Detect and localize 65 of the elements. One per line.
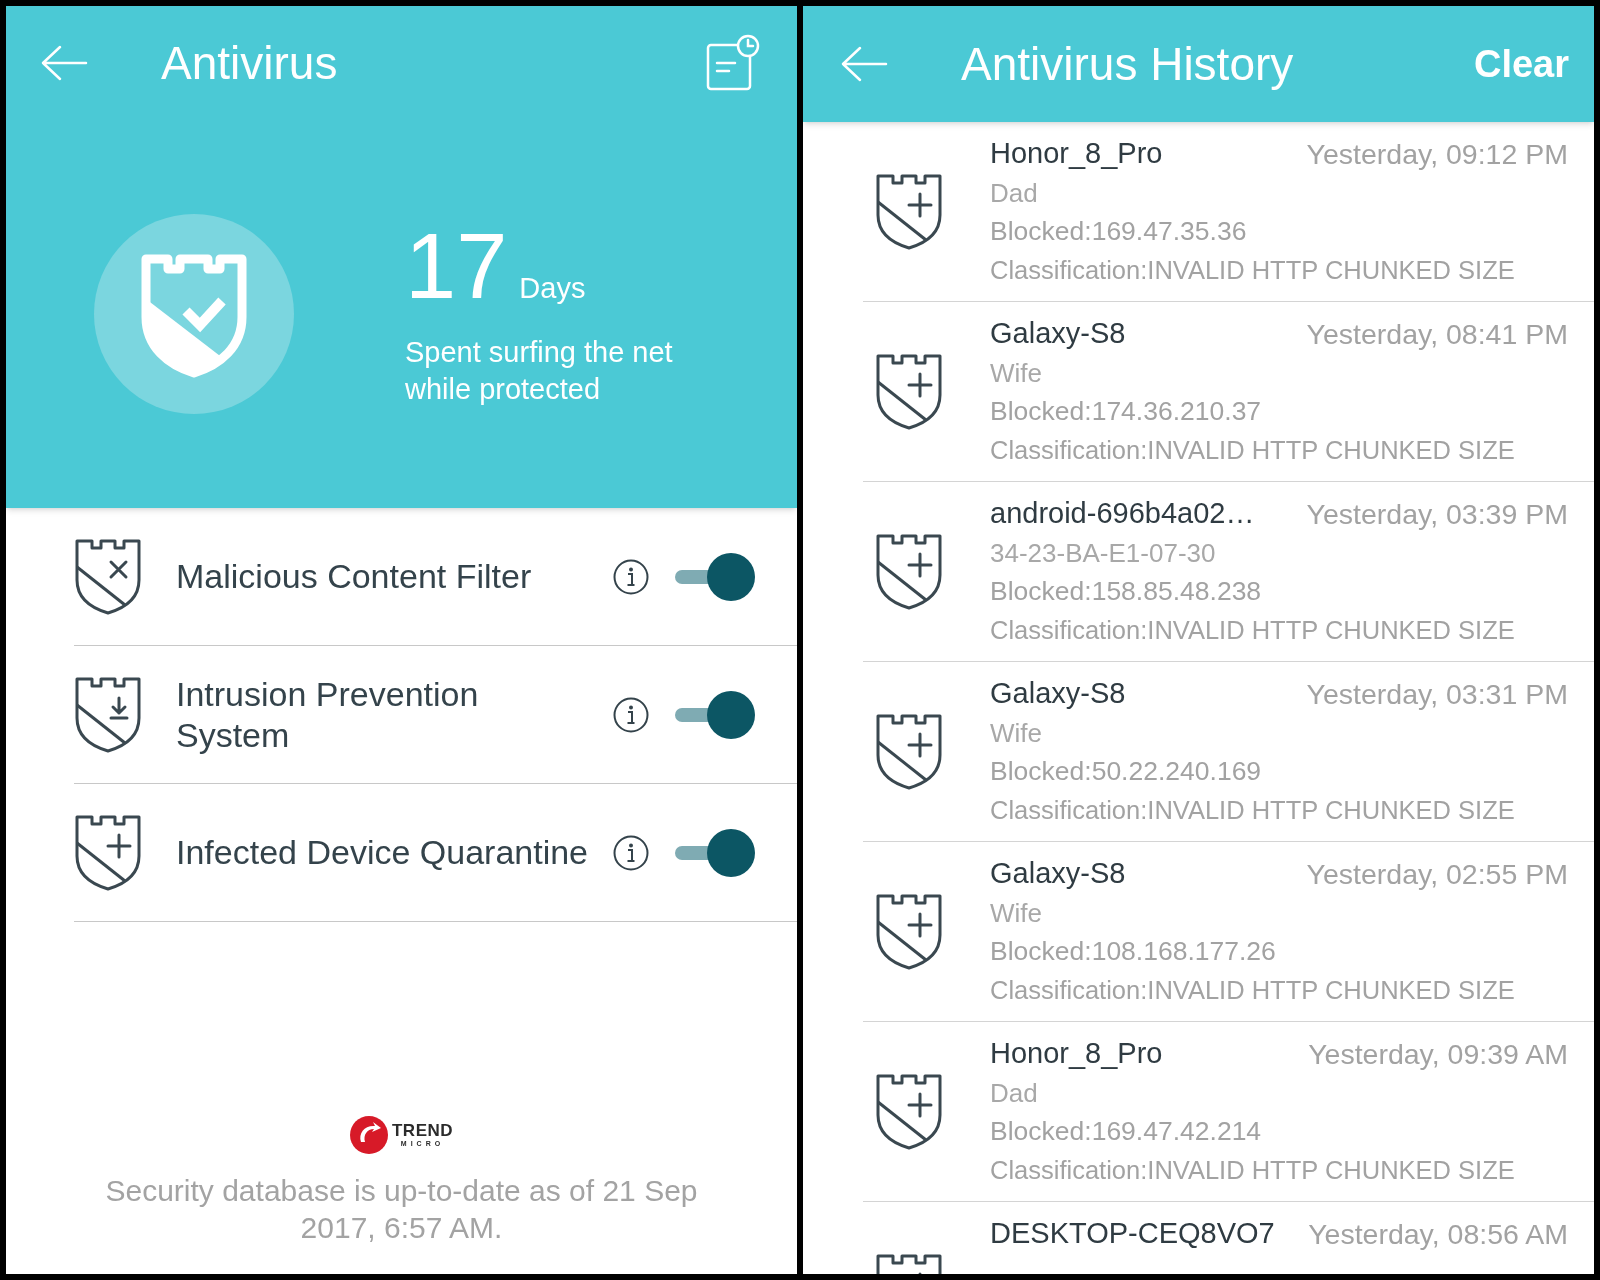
shield-plus-icon <box>875 352 943 431</box>
logo-icon <box>349 1116 388 1154</box>
device-owner: Wife <box>990 356 1042 390</box>
feature-label: Infected Device Quarantine <box>176 832 590 873</box>
device-owner: Wife <box>990 896 1042 930</box>
threat-classification: Classification:INVALID HTTP CHUNKED SIZE <box>990 974 1515 1006</box>
event-time: Yesterday, 02:55 PM <box>1306 856 1568 892</box>
event-time: Yesterday, 08:56 AM <box>1308 1216 1568 1252</box>
blocked-address: Blocked:174.36.210.37 <box>990 395 1262 429</box>
shield-check-icon <box>94 214 294 414</box>
shield-plus-icon <box>74 813 142 892</box>
shield-plus-icon <box>875 892 943 971</box>
info-button[interactable] <box>613 834 649 871</box>
blocked-address: Blocked:158.85.48.238 <box>990 575 1262 609</box>
shield-download-icon <box>74 675 142 754</box>
blocked-address: Blocked:108.168.177.26 <box>990 935 1276 969</box>
blocked-address: Blocked:169.47.42.214 <box>990 1115 1262 1149</box>
screen-title: Antivirus <box>161 40 338 86</box>
protection-caption: Spent surfing the net while protected <box>405 335 674 407</box>
event-time: Yesterday, 09:39 AM <box>1308 1036 1568 1072</box>
feature-label: Intrusion Prevention System <box>176 673 480 756</box>
event-time: Yesterday, 03:39 PM <box>1306 496 1568 532</box>
clear-button[interactable]: Clear <box>1473 45 1569 83</box>
toggle-switch[interactable] <box>675 689 755 740</box>
shield-plus-icon <box>875 172 943 251</box>
blocked-address: Blocked:50.22.240.169 <box>990 755 1262 789</box>
toggle-switch[interactable] <box>675 827 755 878</box>
device-name: Honor_8_Pro <box>990 1036 1163 1072</box>
feature-label: Malicious Content Filter <box>176 556 533 597</box>
back-arrow-icon <box>840 46 888 82</box>
device-name: Galaxy-S8 <box>990 856 1126 892</box>
device-owner: 34-23-BA-E1-07-30 <box>990 536 1216 570</box>
device-name: Honor_8_Pro <box>990 136 1163 172</box>
device-owner: Dad <box>990 176 1038 210</box>
document-clock-icon <box>705 33 761 93</box>
event-time: Yesterday, 09:12 PM <box>1306 136 1568 172</box>
threat-classification: Classification:INVALID HTTP CHUNKED SIZE <box>990 1154 1515 1186</box>
blocked-address: Blocked:169.47.35.36 <box>990 215 1247 249</box>
toggle-switch[interactable] <box>675 551 755 602</box>
shield-plus-icon <box>875 1072 943 1151</box>
device-name: Galaxy-S8 <box>990 676 1126 712</box>
info-icon <box>613 696 649 733</box>
threat-classification: Classification:INVALID HTTP CHUNKED SIZE <box>990 794 1515 826</box>
device-name: android-696b4a02… <box>990 496 1255 532</box>
info-button[interactable] <box>613 696 649 733</box>
threat-classification: Classification:INVALID HTTP CHUNKED SIZE <box>990 434 1515 466</box>
database-status: Security database is up-to-date as of 21 Sep 2017, 6:57 AM. <box>104 1173 699 1246</box>
device-name: DESKTOP-CEQ8VO7 <box>990 1216 1275 1252</box>
shield-cross-icon <box>74 537 142 616</box>
info-button[interactable] <box>613 558 649 595</box>
info-icon <box>613 834 649 871</box>
threat-classification: Classification:INVALID HTTP CHUNKED SIZE <box>990 254 1515 286</box>
device-name: Galaxy-S8 <box>990 316 1126 352</box>
event-time: Yesterday, 08:41 PM <box>1306 316 1568 352</box>
shield-plus-icon <box>875 712 943 791</box>
device-owner: Dad <box>990 1076 1038 1110</box>
day-unit: Days <box>519 274 586 303</box>
device-owner: Wife <box>990 716 1042 750</box>
threat-classification: Classification:INVALID HTTP CHUNKED SIZE <box>990 614 1515 646</box>
logo-wordmark: TREND <box>391 1122 454 1139</box>
event-time: Yesterday, 03:31 PM <box>1306 676 1568 712</box>
day-count: 17 <box>405 220 508 312</box>
info-icon <box>613 558 649 595</box>
shield-plus-icon <box>875 532 943 611</box>
back-arrow-icon <box>40 45 88 81</box>
